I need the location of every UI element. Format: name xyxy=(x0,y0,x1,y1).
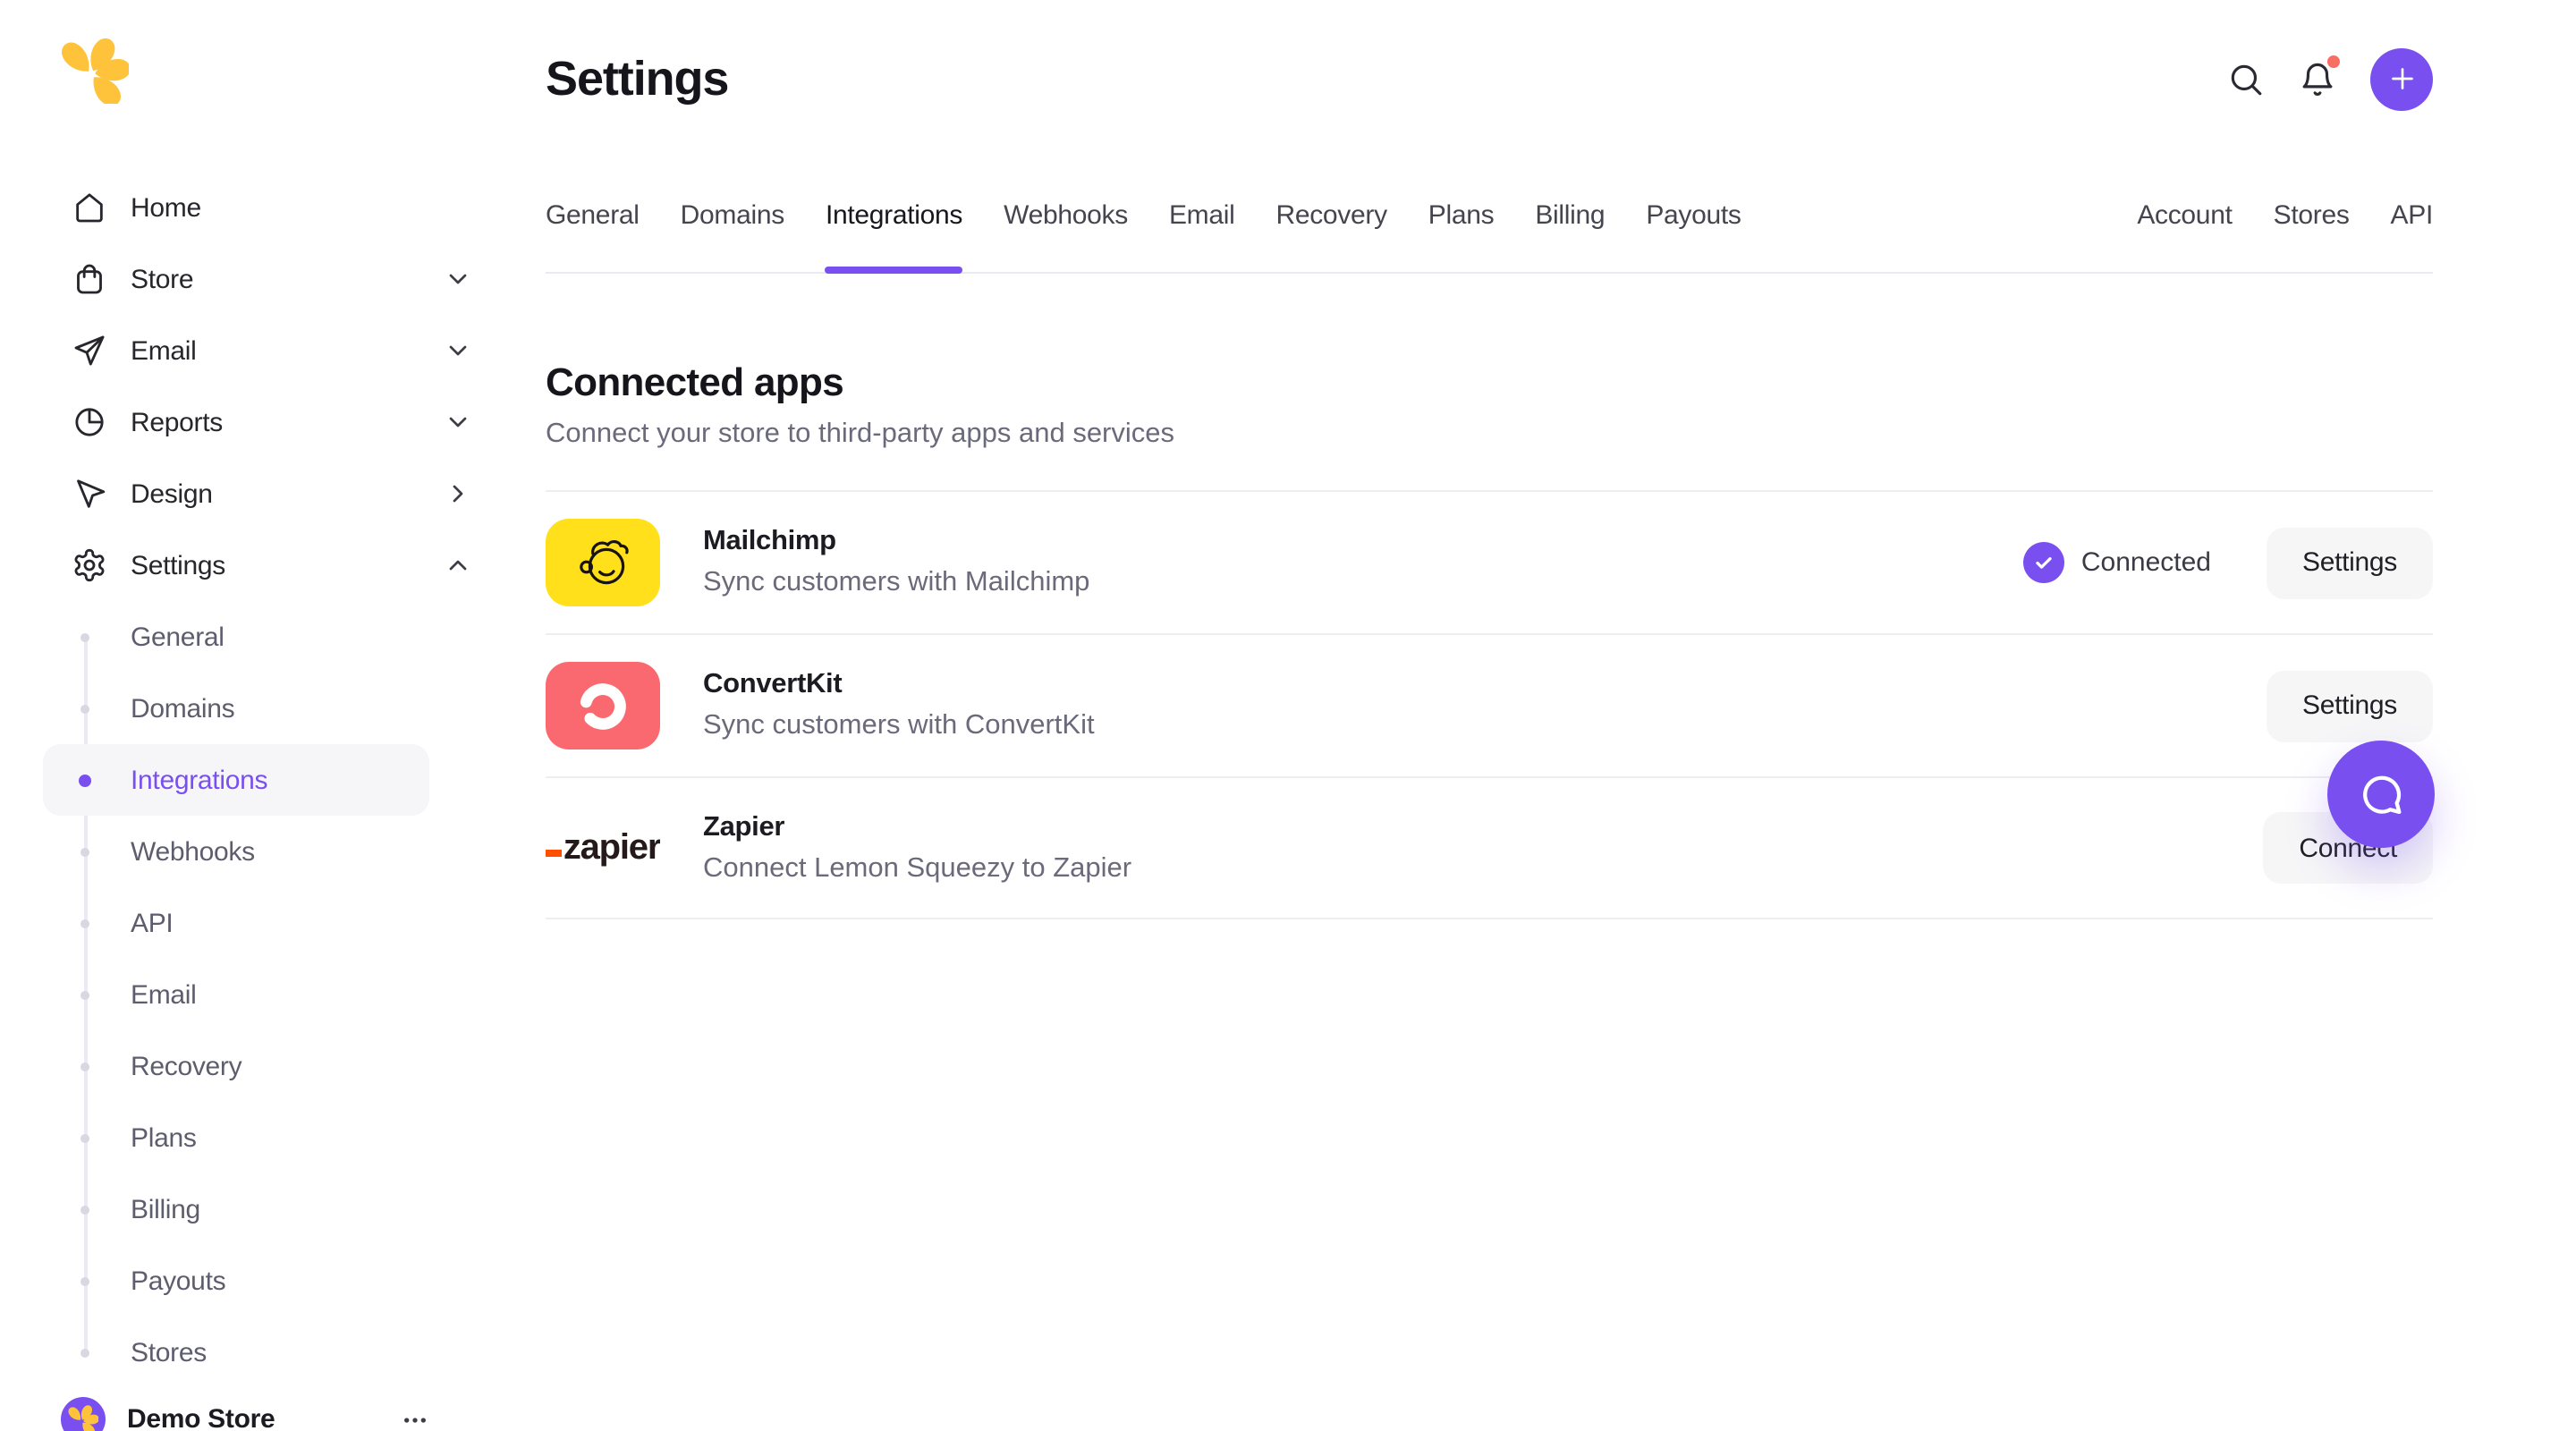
connected-apps-list: Mailchimp Sync customers with Mailchimp … xyxy=(546,490,2433,919)
subnav-item-integrations[interactable]: Integrations xyxy=(43,744,429,816)
sidebar-item-home[interactable]: Home xyxy=(0,172,501,243)
sidebar-item-reports[interactable]: Reports xyxy=(0,386,501,458)
check-icon xyxy=(2023,542,2065,583)
sidebar-item-store[interactable]: Store xyxy=(0,243,501,315)
design-icon xyxy=(72,476,107,512)
settings-button-convertkit[interactable]: Settings xyxy=(2267,670,2433,741)
header-actions xyxy=(2227,47,2433,110)
subnav-item-webhooks[interactable]: Webhooks xyxy=(43,816,429,887)
tab-recovery[interactable]: Recovery xyxy=(1275,199,1387,272)
chevron-down-icon xyxy=(444,408,472,436)
lemon-squeezy-logo-icon[interactable] xyxy=(61,36,129,104)
chevron-down-icon xyxy=(444,265,472,293)
tab-general[interactable]: General xyxy=(546,199,640,272)
ellipsis-icon[interactable] xyxy=(401,1405,429,1431)
sidebar: Home Store Email Reports Design Settings… xyxy=(0,0,501,1431)
tab-integrations[interactable]: Integrations xyxy=(825,199,962,274)
app-row-convertkit: ConvertKit Sync customers with ConvertKi… xyxy=(546,633,2433,776)
tab-email[interactable]: Email xyxy=(1169,199,1235,272)
search-icon[interactable] xyxy=(2227,60,2265,97)
email-icon xyxy=(72,333,107,368)
app-window: Home Store Email Reports Design Settings… xyxy=(0,0,2576,1431)
sidebar-item-settings[interactable]: Settings xyxy=(0,529,501,601)
tab-account[interactable]: Account xyxy=(2137,199,2233,272)
store-avatar xyxy=(61,1397,106,1431)
zapier-underscore xyxy=(546,850,562,856)
reports-icon xyxy=(72,404,107,440)
settings-subnav: General Domains Integrations Webhooks AP… xyxy=(0,601,501,1388)
chevron-down-icon xyxy=(444,336,472,365)
tab-api[interactable]: API xyxy=(2391,199,2434,272)
subnav-item-plans[interactable]: Plans xyxy=(43,1102,429,1173)
tab-group-right: Account Stores API xyxy=(2137,199,2433,272)
subnav-item-api[interactable]: API xyxy=(43,887,429,959)
subnav-item-payouts[interactable]: Payouts xyxy=(43,1245,429,1317)
app-row-mailchimp: Mailchimp Sync customers with Mailchimp … xyxy=(546,490,2433,633)
settings-tab-bar: General Domains Integrations Webhooks Email R… xyxy=(546,199,2433,274)
tab-group-left: General Domains Integrations Webhooks Email R… xyxy=(546,199,1741,274)
subnav-item-general[interactable]: General xyxy=(43,601,429,673)
store-icon xyxy=(72,261,107,297)
section-heading: Connected apps xyxy=(546,360,844,404)
tab-stores[interactable]: Stores xyxy=(2274,199,2350,272)
chevron-up-icon xyxy=(444,551,472,580)
subnav-item-email[interactable]: Email xyxy=(43,959,429,1030)
tab-billing[interactable]: Billing xyxy=(1535,199,1605,272)
settings-button-mailchimp[interactable]: Settings xyxy=(2267,527,2433,598)
chat-bubble-icon xyxy=(2362,775,2401,814)
settings-icon xyxy=(72,547,107,583)
tab-plans[interactable]: Plans xyxy=(1428,199,1495,272)
add-new-button[interactable] xyxy=(2370,47,2433,110)
app-row-zapier: zapier Zapier Connect Lemon Squeezy to Z… xyxy=(546,776,2433,919)
sidebar-item-design[interactable]: Design xyxy=(0,458,501,529)
main-content: Settings General Domains Integrations We… xyxy=(501,0,2504,919)
convertkit-icon xyxy=(546,662,660,749)
subnav-item-recovery[interactable]: Recovery xyxy=(43,1030,429,1102)
connected-status-badge: Connected xyxy=(2023,542,2211,583)
mailchimp-icon xyxy=(546,519,660,606)
chevron-right-icon xyxy=(444,479,472,508)
page-title: Settings xyxy=(546,52,729,106)
tab-payouts[interactable]: Payouts xyxy=(1646,199,1741,272)
page-header: Settings xyxy=(546,0,2433,110)
sidebar-item-email[interactable]: Email xyxy=(0,315,501,386)
home-icon xyxy=(72,190,107,225)
help-chat-button[interactable] xyxy=(2327,741,2435,848)
subnav-item-domains[interactable]: Domains xyxy=(43,673,429,744)
sidebar-nav: Home Store Email Reports Design Settings… xyxy=(0,172,501,1388)
tab-webhooks[interactable]: Webhooks xyxy=(1004,199,1128,272)
store-switcher[interactable]: Demo Store xyxy=(61,1397,429,1431)
zapier-icon: zapier xyxy=(546,804,660,892)
subnav-item-billing[interactable]: Billing xyxy=(43,1173,429,1245)
section-subheading: Connect your store to third-party apps a… xyxy=(546,419,1175,449)
store-name: Demo Store xyxy=(127,1404,275,1431)
bell-icon[interactable] xyxy=(2299,55,2340,97)
subnav-item-stores[interactable]: Stores xyxy=(43,1317,429,1388)
tab-domains[interactable]: Domains xyxy=(681,199,785,272)
notification-dot xyxy=(2327,55,2340,67)
